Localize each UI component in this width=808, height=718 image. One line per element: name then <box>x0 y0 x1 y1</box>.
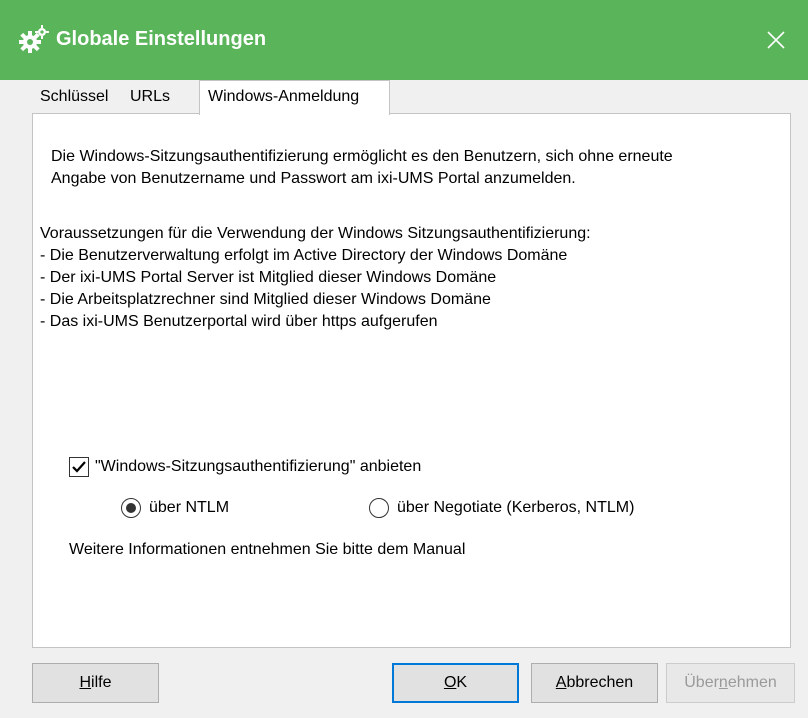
close-button[interactable] <box>744 0 808 80</box>
intro-text-line2: Angabe von Benutzername und Passwort am … <box>51 170 576 187</box>
intro-text-line1: Die Windows-Sitzungsauthentifizierung er… <box>51 148 673 165</box>
radio-ntlm[interactable] <box>121 498 141 518</box>
apply-button-label-post: ehmen <box>727 674 777 691</box>
requirement-item: - Der ixi-UMS Portal Server ist Mitglied… <box>40 269 497 286</box>
requirement-item: - Das ixi-UMS Benutzerportal wird über h… <box>40 313 438 330</box>
checkmark-icon <box>72 461 86 473</box>
offer-windows-auth-label[interactable]: "Windows-Sitzungsauthentifizierung" anbi… <box>95 458 421 476</box>
ok-button-mnemonic: O <box>443 674 457 691</box>
window-title: Globale Einstellungen <box>56 28 267 50</box>
radio-negotiate-label[interactable]: über Negotiate (Kerberos, NTLM) <box>397 499 634 517</box>
cancel-button-mnemonic: A <box>555 674 567 691</box>
offer-windows-auth-checkbox[interactable] <box>69 457 89 477</box>
apply-button-mnemonic: n <box>718 674 728 691</box>
tab-urls[interactable]: URLs <box>122 82 178 112</box>
ok-button-label-post: K <box>456 674 468 691</box>
help-button-label-post: ilfe <box>91 674 112 691</box>
ok-button[interactable]: OK <box>392 663 519 703</box>
cancel-button[interactable]: Abbrechen <box>531 663 658 703</box>
apply-button[interactable]: Über n ehmen <box>666 663 795 703</box>
title-bar: Globale Einstellungen <box>0 0 808 80</box>
tab-schluessel[interactable]: Schlüssel <box>32 82 116 112</box>
close-icon <box>767 31 785 49</box>
help-button-mnemonic: H <box>79 674 92 691</box>
requirement-item: - Die Benutzerverwaltung erfolgt im Acti… <box>40 247 568 264</box>
requirements-heading: Voraussetzungen für die Verwendung der W… <box>40 225 591 242</box>
radio-negotiate[interactable] <box>369 498 389 518</box>
info-text: Weitere Informationen entnehmen Sie bitt… <box>69 541 466 558</box>
tab-panel-windows-anmeldung: Die Windows-Sitzungsauthentifizierung er… <box>32 113 791 648</box>
gears-icon <box>19 25 49 53</box>
apply-button-label-pre: Über <box>684 674 719 691</box>
help-button[interactable]: Hilfe <box>32 663 159 703</box>
radio-ntlm-label[interactable]: über NTLM <box>149 499 229 517</box>
cancel-button-label-post: bbrechen <box>566 674 634 691</box>
tab-windows-anmeldung[interactable]: Windows-Anmeldung <box>199 80 390 115</box>
requirement-item: - Die Arbeitsplatzrechner sind Mitglied … <box>40 291 491 308</box>
